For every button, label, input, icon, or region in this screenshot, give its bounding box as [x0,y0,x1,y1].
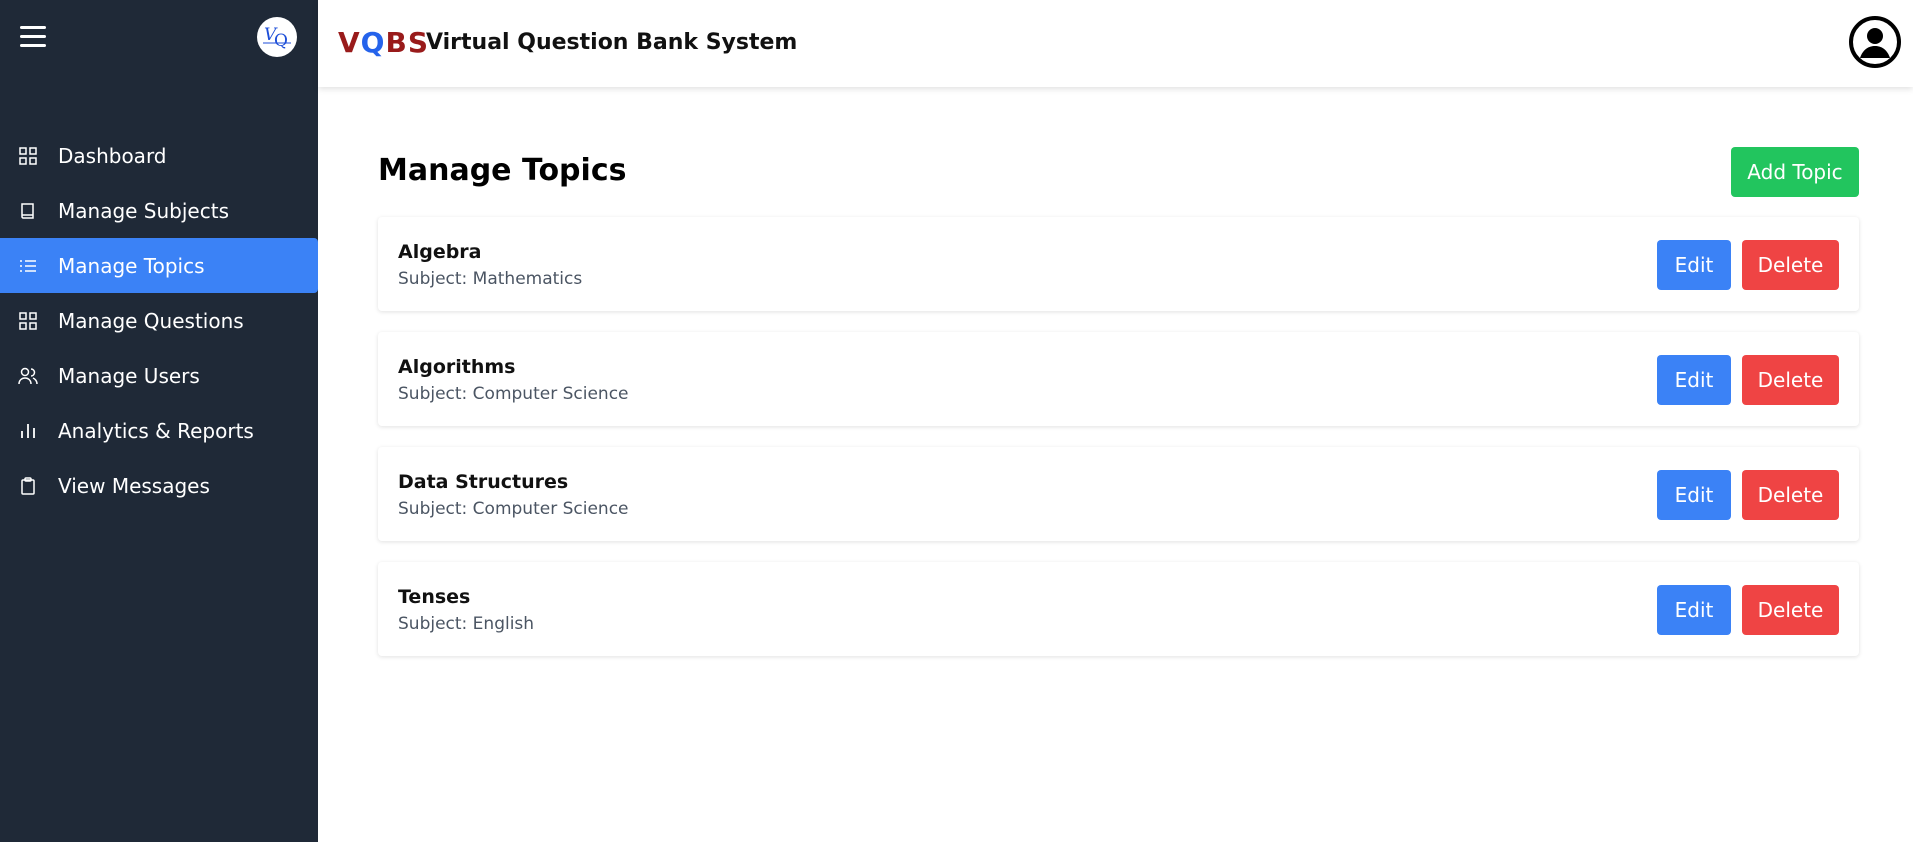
brand-q: Q [360,26,386,59]
edit-button[interactable]: Edit [1657,240,1731,290]
bar-chart-icon [18,421,38,441]
logo-icon: V Q [263,25,291,51]
page-title: Manage Topics [378,153,627,188]
sidebar-item-label: Analytics & Reports [58,418,254,443]
svg-text:Q: Q [274,31,288,51]
topic-name: Algebra [398,241,482,263]
sidebar-item-manage-subjects[interactable]: Manage Subjects [0,183,318,238]
hamburger-menu-icon[interactable] [20,26,46,48]
sidebar: V Q Dashboard Manage Subjects Manage Top… [0,0,318,842]
topic-name: Tenses [398,586,471,608]
top-header: VQBS Virtual Question Bank System [318,0,1913,87]
sidebar-item-manage-questions[interactable]: Manage Questions [0,293,318,348]
topic-name: Data Structures [398,471,569,493]
add-topic-button[interactable]: Add Topic [1731,147,1859,197]
sidebar-item-label: View Messages [58,473,210,498]
sidebar-item-dashboard[interactable]: Dashboard [0,128,318,183]
sidebar-item-label: Manage Questions [58,308,244,333]
sidebar-nav: Dashboard Manage Subjects Manage Topics … [0,128,318,513]
app-logo: V Q [257,17,297,57]
sidebar-item-label: Manage Topics [58,253,205,278]
sidebar-item-manage-topics[interactable]: Manage Topics [0,238,318,293]
topic-card: Algebra Subject: Mathematics Edit Delete [378,217,1859,311]
sidebar-item-label: Manage Users [58,363,200,388]
edit-button[interactable]: Edit [1657,470,1731,520]
grid-icon [18,311,38,331]
brand-logo: VQBS [338,26,429,59]
delete-button[interactable]: Delete [1742,240,1839,290]
list-icon [18,256,38,276]
sidebar-item-label: Dashboard [58,143,167,168]
delete-button[interactable]: Delete [1742,355,1839,405]
edit-button[interactable]: Edit [1657,355,1731,405]
topic-card: Algorithms Subject: Computer Science Edi… [378,332,1859,426]
sidebar-item-label: Manage Subjects [58,198,229,223]
topic-subject: Subject: English [398,614,535,634]
brand-bs: BS [385,26,429,59]
topic-card: Tenses Subject: English Edit Delete [378,562,1859,656]
edit-button[interactable]: Edit [1657,585,1731,635]
sidebar-item-view-messages[interactable]: View Messages [0,458,318,513]
sidebar-item-manage-users[interactable]: Manage Users [0,348,318,403]
topic-card: Data Structures Subject: Computer Scienc… [378,447,1859,541]
user-circle-icon[interactable] [1848,15,1902,69]
delete-button[interactable]: Delete [1742,470,1839,520]
users-icon [18,366,38,386]
topic-subject: Subject: Computer Science [398,499,629,519]
topic-name: Algorithms [398,356,516,378]
app-title: Virtual Question Bank System [426,30,798,55]
grid-icon [18,146,38,166]
topic-subject: Subject: Mathematics [398,269,583,289]
delete-button[interactable]: Delete [1742,585,1839,635]
clipboard-icon [18,476,38,496]
sidebar-item-analytics-reports[interactable]: Analytics & Reports [0,403,318,458]
book-icon [18,201,38,221]
topic-subject: Subject: Computer Science [398,384,629,404]
topic-list: Algebra Subject: Mathematics Edit Delete… [378,217,1859,677]
brand-v: V [338,26,361,59]
